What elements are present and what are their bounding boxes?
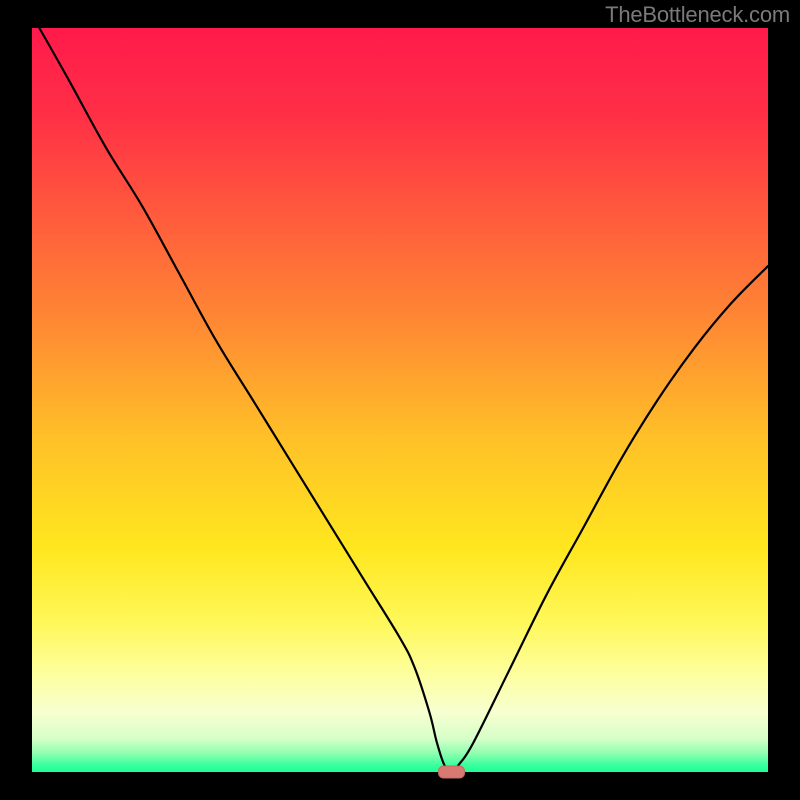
bottleneck-chart — [0, 0, 800, 800]
minimum-marker — [439, 766, 465, 778]
chart-frame: TheBottleneck.com — [0, 0, 800, 800]
